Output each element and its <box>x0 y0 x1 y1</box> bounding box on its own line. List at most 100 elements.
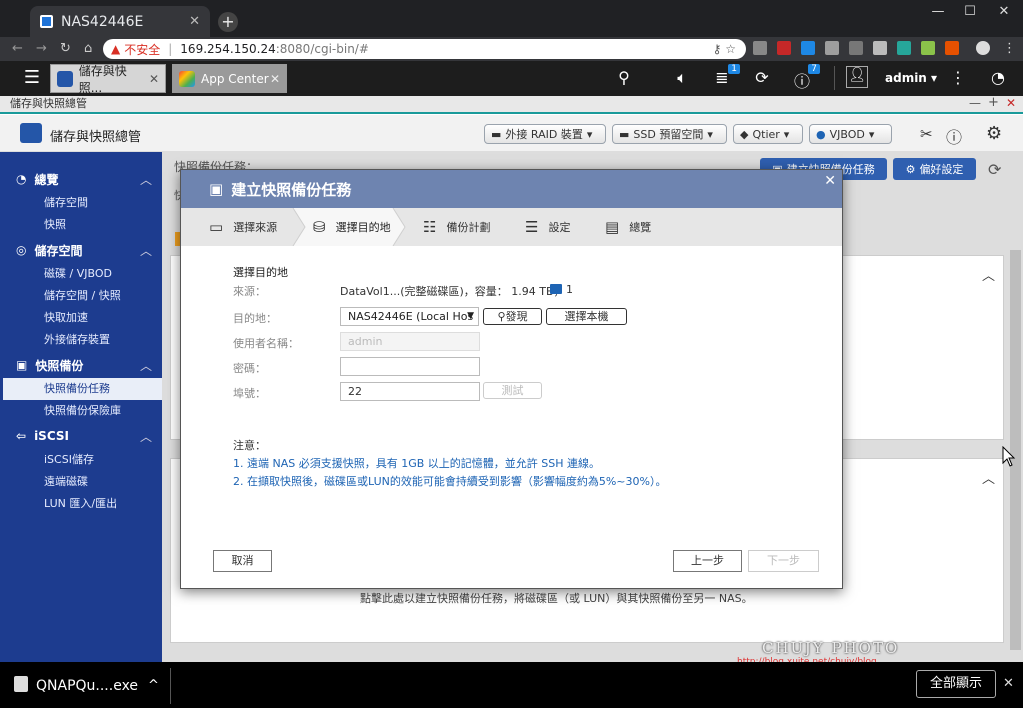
extension-icon[interactable] <box>801 41 815 55</box>
qts-tab-storage[interactable]: 儲存與快照... ✕ <box>50 64 166 95</box>
qts-tab-app-center[interactable]: App Center ✕ <box>172 64 287 93</box>
dashboard-icon[interactable]: ◔ <box>986 68 1010 87</box>
tasks-icon[interactable]: ≣ 1 <box>710 64 740 87</box>
show-all-downloads-button[interactable]: 全部顯示 <box>916 670 996 698</box>
create-snapshot-backup-dialog: ▣ 建立快照備份任務 ✕ ▭ 選擇來源 ⛁ 選擇目的地 ☷ 備份計劃 ☰ 設定 ▤ 總覽 … <box>180 169 843 589</box>
sync-icon[interactable]: ⟳ <box>750 68 774 87</box>
select-local-button[interactable]: 選擇本機 <box>546 308 627 325</box>
tab-close-icon[interactable]: ✕ <box>189 14 200 29</box>
wizard-steps: ▭ 選擇來源 ⛁ 選擇目的地 ☷ 備份計劃 ☰ 設定 ▤ 總覽 <box>181 208 842 246</box>
app-close-button[interactable]: ✕ <box>1006 96 1016 110</box>
main-menu-icon[interactable]: ☰ <box>20 67 44 88</box>
chevron-up-icon[interactable]: ︿ <box>982 468 995 487</box>
username-input[interactable]: admin <box>340 332 480 351</box>
storage-app-icon <box>20 123 42 143</box>
sidebar-item-storage[interactable]: 儲存空間 <box>0 192 162 214</box>
sidebar-item-remote-disk[interactable]: 遠端磁碟 <box>0 471 162 493</box>
extension-icon[interactable] <box>897 41 911 55</box>
sidebar-item-cache[interactable]: 快取加速 <box>0 307 162 329</box>
sidebar-item-snapshot-vault[interactable]: 快照備份保險庫 <box>0 400 162 422</box>
sidebar-section-storage[interactable]: ◎ 儲存空間 ︿ <box>0 239 162 261</box>
next-step-button[interactable]: 下一步 <box>748 550 819 572</box>
sidebar-item-snapshot[interactable]: 快照 <box>0 214 162 236</box>
sidebar-item-disks-vjbod[interactable]: 磁碟 / VJBOD <box>0 263 162 285</box>
browser-tab[interactable]: NAS42446E ✕ <box>30 6 210 37</box>
qtier-button[interactable]: ◆ Qtier ▾ <box>733 124 803 144</box>
back-icon[interactable]: ← <box>12 41 23 56</box>
tab-close-icon[interactable]: ✕ <box>270 72 280 86</box>
window-close-button[interactable]: ✕ <box>989 4 1019 19</box>
home-icon[interactable]: ⌂ <box>84 41 92 56</box>
more-options-icon[interactable]: ⋮ <box>946 68 970 87</box>
step-select-destination: ⛁ 選擇目的地 <box>313 218 391 236</box>
vjbod-button[interactable]: ● VJBOD ▾ <box>809 124 892 144</box>
app-minimize-button[interactable]: — <box>969 96 981 110</box>
divider <box>170 668 171 704</box>
ssd-overprovision-button[interactable]: ▬ SSD 預留空間 ▾ <box>612 124 727 144</box>
minimize-button[interactable]: — <box>923 4 953 19</box>
sidebar-item-external-storage[interactable]: 外接儲存裝置 <box>0 329 162 351</box>
sidebar-section-snapshot-backup[interactable]: ▣ 快照備份 ︿ <box>0 354 162 376</box>
dialog-close-icon[interactable]: ✕ <box>824 173 836 189</box>
test-button[interactable]: 測試 <box>483 382 542 399</box>
destination-select[interactable]: NAS42446E (Local Hos ▼ <box>340 307 479 326</box>
preferences-button[interactable]: ⚙ 偏好設定 <box>893 158 976 180</box>
refresh-icon[interactable]: ⟳ <box>988 160 1001 179</box>
forward-icon[interactable]: → <box>36 41 47 56</box>
watermark-title: CHUJY PHOTO <box>762 639 900 657</box>
key-icon[interactable]: ⚷ ☆ <box>713 42 736 56</box>
info-icon[interactable]: ⓘ 7 <box>790 64 820 92</box>
url-host: 169.254.150.24 <box>180 42 276 56</box>
tab-close-icon[interactable]: ✕ <box>149 72 159 86</box>
app-maximize-button[interactable]: + <box>988 95 999 110</box>
search-icon[interactable]: ⚲ <box>612 68 636 87</box>
extension-icon[interactable] <box>753 41 767 55</box>
step-backup-schedule: ☷ 備份計劃 <box>423 218 491 236</box>
browser-tab-title: NAS42446E <box>61 13 144 30</box>
sidebar-item-lun-import-export[interactable]: LUN 匯入/匯出 <box>0 493 162 515</box>
chevron-up-icon: ︿ <box>139 358 152 373</box>
discover-button[interactable]: ⚲發現 <box>483 308 542 325</box>
steps-arrows <box>181 208 406 246</box>
password-input[interactable] <box>340 357 480 376</box>
extension-icon[interactable] <box>849 41 863 55</box>
sidebar-item-snapshot-backup-tasks[interactable]: 快照備份任務 <box>0 378 162 400</box>
profile-avatar[interactable] <box>976 41 990 55</box>
new-tab-button[interactable]: + <box>218 12 238 32</box>
sidebar-section-overview[interactable]: ◔ 總覽 ︿ <box>0 168 162 190</box>
help-icon[interactable]: ⓘ <box>946 124 962 148</box>
port-input[interactable]: 22 <box>340 382 480 401</box>
app-center-icon <box>179 70 195 87</box>
user-icon[interactable]: 👤︎ <box>846 66 868 88</box>
settings-gear-icon[interactable]: ⚙ <box>986 123 1002 144</box>
extension-icon[interactable] <box>945 41 959 55</box>
extension-icon[interactable] <box>825 41 839 55</box>
sidebar: ◔ 總覽 ︿ 儲存空間 快照 ◎ 儲存空間 ︿ 磁碟 / VJBOD 儲存空間 / 快照… <box>0 152 162 662</box>
step-settings: ☰ 設定 <box>525 218 571 236</box>
chevron-down-icon: ▼ <box>467 311 474 321</box>
cancel-button[interactable]: 取消 <box>213 550 272 572</box>
chevron-up-icon[interactable]: ︿ <box>982 265 995 284</box>
user-menu[interactable]: admin ▾ <box>885 71 937 85</box>
disk-icon: ◎ <box>16 243 27 257</box>
browser-menu-icon[interactable]: ⋮ <box>1003 41 1016 56</box>
sidebar-section-iscsi[interactable]: ⇦ iSCSI ︿ <box>0 425 162 447</box>
adblock-icon[interactable] <box>777 41 791 55</box>
extension-icon[interactable] <box>921 41 935 55</box>
extension-icon[interactable] <box>873 41 887 55</box>
external-raid-button[interactable]: ▬ 外接 RAID 裝置 ▾ <box>484 124 606 144</box>
close-download-shelf-icon[interactable]: ✕ <box>1003 676 1014 691</box>
chevron-up-icon: ︿ <box>139 172 152 187</box>
tools-icon[interactable]: ✂ <box>920 125 933 143</box>
address-bar[interactable]: ▲ 不安全 | 169.254.150.24:8080/cgi-bin/# ⚷ … <box>103 39 746 59</box>
sidebar-item-storage-snapshot[interactable]: 儲存空間 / 快照 <box>0 285 162 307</box>
maximize-button[interactable]: ☐ <box>955 4 985 19</box>
create-task-hint[interactable]: 點擊此處以建立快照備份任務，將磁碟區（或 LUN）與其快照備份至另一 NAS。 <box>360 590 753 606</box>
previous-step-button[interactable]: 上一步 <box>673 550 742 572</box>
download-options-chevron[interactable]: ^ <box>148 678 159 693</box>
url-path: :8080/cgi-bin/# <box>275 42 369 56</box>
reload-icon[interactable]: ↻ <box>60 41 71 56</box>
download-file-name[interactable]: QNAPQu....exe <box>36 678 138 694</box>
volume-icon[interactable]: 🔈︎ <box>670 68 694 88</box>
sidebar-item-iscsi-storage[interactable]: iSCSI儲存 <box>0 449 162 471</box>
